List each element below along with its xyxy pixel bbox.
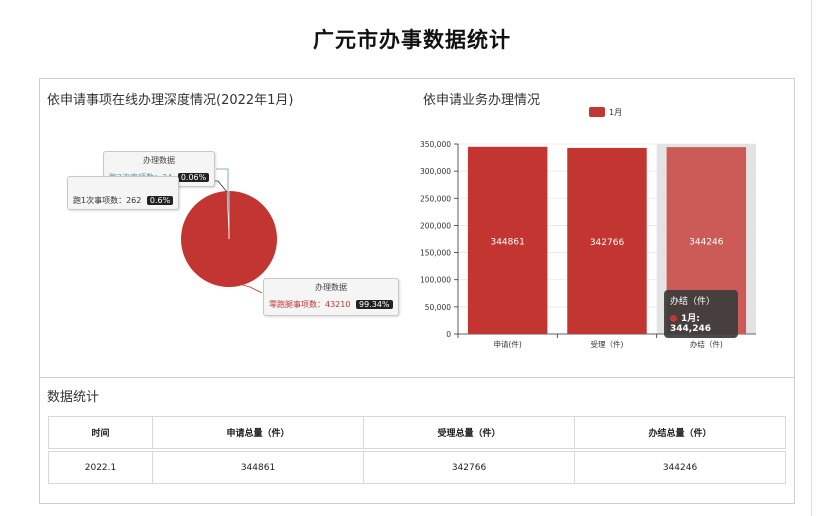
y-tick-label: 350,000 <box>420 140 451 149</box>
pie-label-percent: 99.34% <box>356 300 393 309</box>
legend-swatch[interactable] <box>589 107 605 117</box>
scrollbar-edge <box>811 0 812 516</box>
table-header-accept: 受理总量（件） <box>363 416 575 449</box>
table-cell-complete: 344246 <box>574 451 786 484</box>
pie-label-run-once: 跑1次事项数：262 0.6% <box>67 176 179 210</box>
pie-label-value: 262 <box>126 196 142 205</box>
table-row: 2022.1 344861 342766 344246 <box>48 451 786 484</box>
bar-value-label: 344246 <box>689 238 724 248</box>
table-header-row: 时间 申请总量（件） 受理总量（件） 办结总量（件） <box>48 416 786 449</box>
pie-label-header: 办理数据 <box>315 283 347 292</box>
stats-container: 依申请事项在线办理深度情况(2022年1月) 办理数据 跑2次事项数：24 0.… <box>39 78 795 504</box>
x-tick-label: 办结（件) <box>690 339 723 349</box>
x-tick-label: 申请(件) <box>493 339 521 349</box>
y-tick-label: 250,000 <box>420 194 451 203</box>
pie-label-header: 办理数据 <box>143 156 175 165</box>
stats-table: 时间 申请总量（件） 受理总量（件） 办结总量（件） 2022.1 344861… <box>48 416 786 484</box>
y-tick-label: 300,000 <box>420 167 451 176</box>
tooltip-value: 344,246 <box>670 324 711 334</box>
table-cell-time: 2022.1 <box>48 451 153 484</box>
y-tick-label: 200,000 <box>420 221 451 230</box>
table-cell-accept: 342766 <box>363 451 575 484</box>
pie-label-zero-run: 办理数据 零跑腿事项数：43210 99.34% <box>263 278 399 316</box>
x-tick-label: 受理（件) <box>591 339 624 349</box>
y-tick-label: 50,000 <box>425 303 451 312</box>
pie-label-value: 43210 <box>325 300 351 309</box>
table-header-apply: 申请总量（件） <box>152 416 364 449</box>
tooltip-title: 办结（件） <box>670 297 716 307</box>
pie-label-percent: 0.6% <box>146 196 174 205</box>
table-cell-apply: 344861 <box>152 451 364 484</box>
pie-label-name: 零跑腿事项数 <box>269 300 317 309</box>
y-tick-label: 0 <box>446 330 451 339</box>
legend-label[interactable]: 1月 <box>609 107 622 118</box>
pie-label-percent: 0.06% <box>177 173 210 182</box>
pie-leader-line <box>235 282 263 294</box>
tooltip-series: 1月 <box>681 314 697 324</box>
tooltip-dot-icon <box>670 315 677 322</box>
stats-title: 数据统计 <box>47 390 100 405</box>
bar-tooltip: 办结（件） 1月: 344,246 <box>664 290 738 338</box>
pie-leader-line <box>216 168 229 191</box>
table-header-time: 时间 <box>48 416 153 449</box>
page-title: 广元市办事数据统计 <box>313 28 511 52</box>
bar-value-label: 344861 <box>490 237 524 247</box>
panel-divider <box>40 377 794 378</box>
y-tick-label: 100,000 <box>420 276 451 285</box>
y-tick-label: 150,000 <box>420 249 451 258</box>
table-header-complete: 办结总量（件） <box>574 416 786 449</box>
bar-panel-title: 依申请业务办理情况 <box>423 93 541 108</box>
pie-panel-title: 依申请事项在线办理深度情况(2022年1月) <box>47 93 294 108</box>
bar-value-label: 342766 <box>590 238 625 248</box>
pie-label-name: 跑1次事项数 <box>73 196 119 205</box>
